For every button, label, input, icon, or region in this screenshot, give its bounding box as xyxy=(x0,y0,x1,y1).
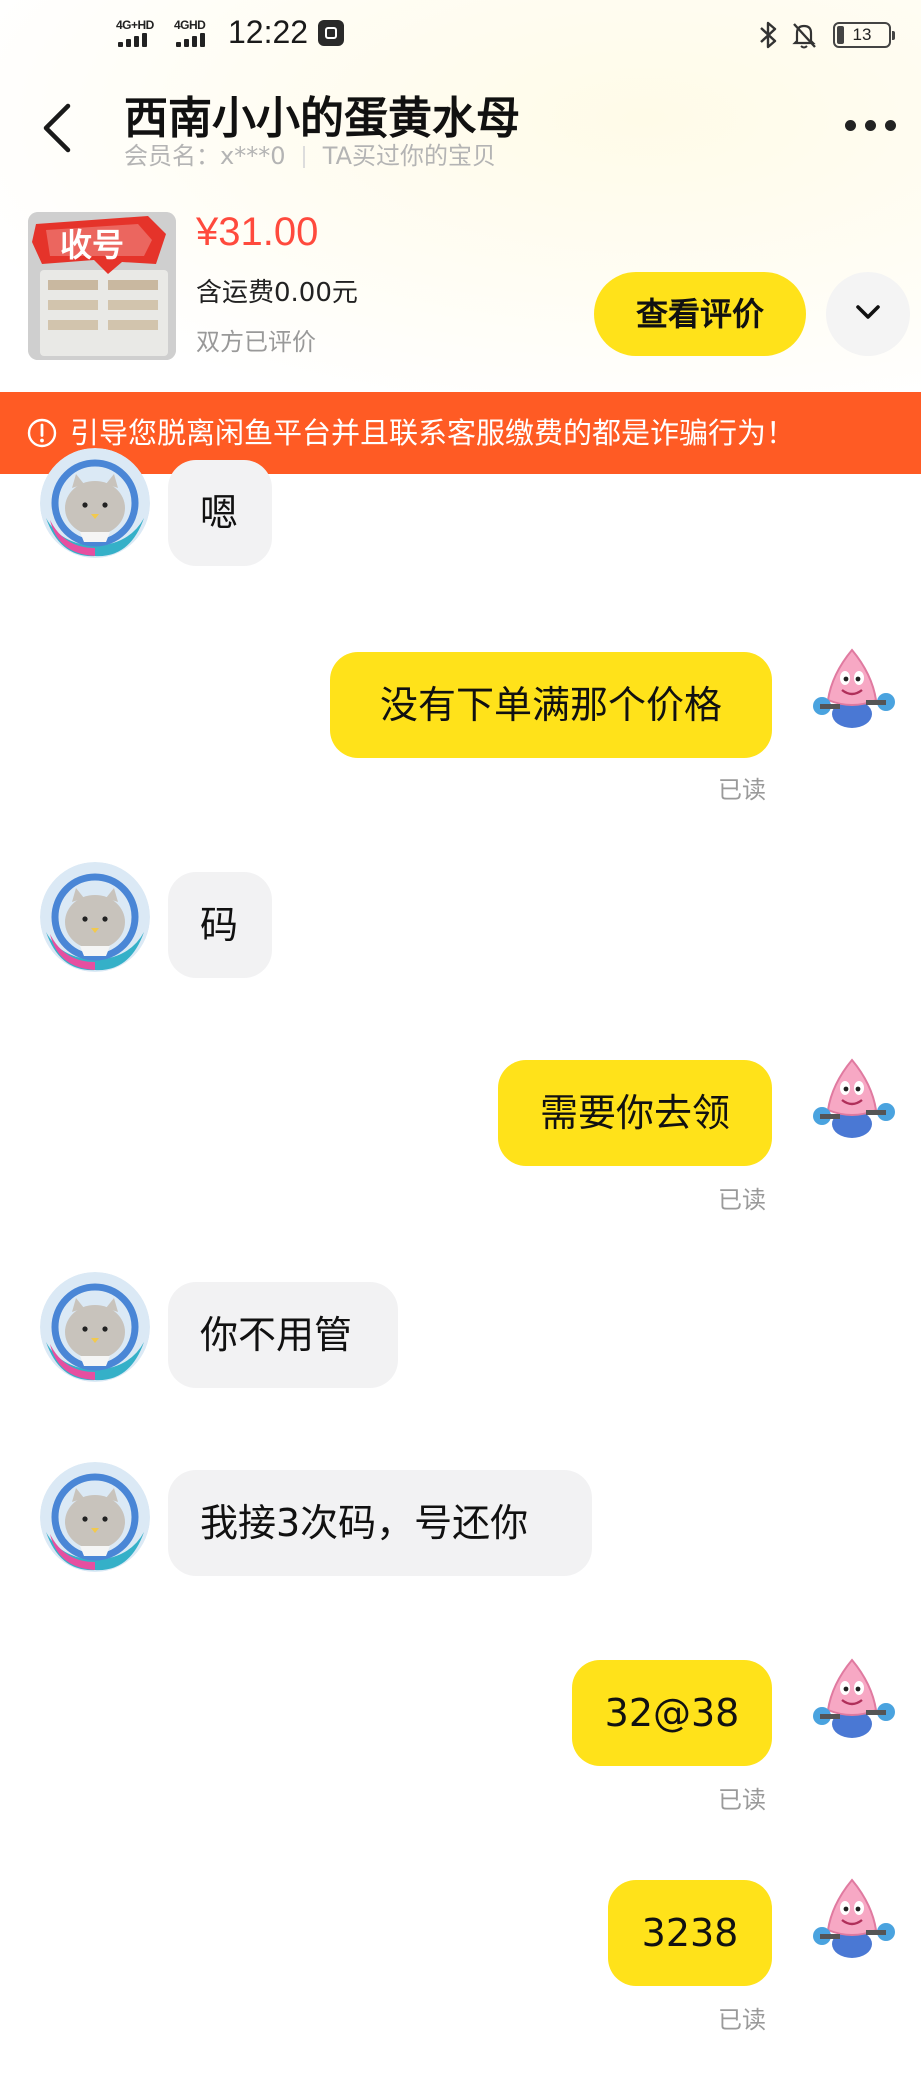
user-avatar[interactable] xyxy=(806,1874,902,1970)
status-right-icons: 13 xyxy=(755,18,895,52)
network-label-1: 4G+HD xyxy=(116,18,154,32)
app-notification-icon xyxy=(318,20,344,46)
product-thumbnail[interactable]: 收号 xyxy=(28,212,176,360)
seller-avatar[interactable] xyxy=(40,862,150,972)
status-time: 12:22 xyxy=(228,14,309,50)
network-label-2: 4GHD xyxy=(174,18,206,32)
network-indicator-1: 4G+HD xyxy=(116,18,166,52)
status-bar: 4G+HD 4GHD 12:22 13 xyxy=(0,0,921,70)
read-status: 已读 xyxy=(718,1786,766,1814)
product-price: ¥31.00 xyxy=(196,210,319,254)
seller-avatar[interactable] xyxy=(40,1272,150,1382)
relation-note: TA买过你的宝贝 xyxy=(322,142,496,170)
message-bubble[interactable]: 3238 xyxy=(608,1880,772,1986)
message-bubble[interactable]: 没有下单满那个价格 xyxy=(330,652,772,758)
mute-bell-icon xyxy=(792,23,816,49)
battery-level: 13 xyxy=(852,25,872,44)
network-indicator-2: 4GHD xyxy=(174,18,224,52)
user-avatar[interactable] xyxy=(806,1654,902,1750)
chat-header-area: 4G+HD 4GHD 12:22 13 西南小小的蛋黄水母 会员名：x***0 … xyxy=(0,0,921,392)
user-avatar[interactable] xyxy=(806,1054,902,1150)
message-bubble[interactable]: 嗯 xyxy=(168,460,272,566)
signal-icon xyxy=(118,33,158,47)
shipping-fee: 含运费0.00元 xyxy=(196,278,358,308)
message-bubble[interactable]: 码 xyxy=(168,872,272,978)
seller-avatar[interactable] xyxy=(40,1462,150,1572)
message-bubble[interactable]: 32@38 xyxy=(572,1660,772,1766)
signal-icon xyxy=(176,33,216,47)
seller-avatar[interactable] xyxy=(40,448,150,558)
chevron-down-icon xyxy=(856,305,880,319)
back-arrow-icon[interactable] xyxy=(38,98,78,158)
member-name: 会员名：x***0 xyxy=(124,142,286,170)
read-status: 已读 xyxy=(718,1186,766,1214)
message-bubble[interactable]: 需要你去领 xyxy=(498,1060,772,1166)
message-bubble[interactable]: 你不用管 xyxy=(168,1282,398,1388)
read-status: 已读 xyxy=(718,2006,766,2034)
thumbnail-text: 收号 xyxy=(60,226,124,264)
battery-icon: 13 xyxy=(833,22,895,48)
header-subtitle: 会员名：x***0 TA买过你的宝贝 xyxy=(124,136,496,171)
read-status: 已读 xyxy=(718,776,766,804)
view-review-button[interactable]: 查看评价 xyxy=(594,272,806,356)
expand-button[interactable] xyxy=(826,272,910,356)
warning-text: 引导您脱离闲鱼平台并且联系客服缴费的都是诈骗行为！ xyxy=(70,416,796,450)
message-bubble[interactable]: 我接3次码，号还你 xyxy=(168,1470,592,1576)
more-options-icon[interactable] xyxy=(843,110,899,140)
subtitle-divider xyxy=(303,146,306,168)
review-status: 双方已评价 xyxy=(196,328,316,356)
warning-icon xyxy=(27,418,57,448)
user-avatar[interactable] xyxy=(806,644,902,740)
fraud-warning-banner: 引导您脱离闲鱼平台并且联系客服缴费的都是诈骗行为！ xyxy=(0,392,921,474)
bluetooth-icon xyxy=(760,21,777,49)
